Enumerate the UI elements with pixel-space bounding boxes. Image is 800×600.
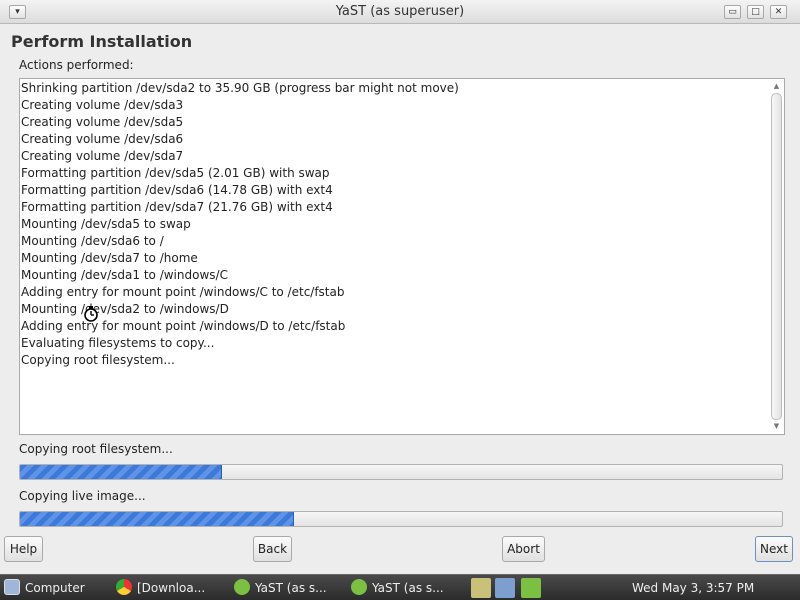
log-line: Copying root filesystem... xyxy=(21,353,175,367)
yast-icon xyxy=(234,579,250,595)
taskbar-yast-2-label: YaST (as s... xyxy=(372,581,444,595)
step-progress-bar xyxy=(19,464,783,480)
log-line: Mounting /dev/sda7 to /home xyxy=(21,251,198,265)
actions-log-lines: Shrinking partition /dev/sda2 to 35.90 G… xyxy=(21,80,768,369)
taskbar-downloads-label: [Downloa... xyxy=(137,581,206,595)
yast-icon xyxy=(351,579,367,595)
log-line: Shrinking partition /dev/sda2 to 35.90 G… xyxy=(21,81,459,95)
log-line: Formatting partition /dev/sda6 (14.78 GB… xyxy=(21,183,333,197)
taskbar-clock[interactable]: Wed May 3, 3:57 PM xyxy=(632,578,754,598)
log-line: Adding entry for mount point /windows/D … xyxy=(21,319,346,333)
taskbar: Computer [Downloa... YaST (as s... YaST … xyxy=(0,574,800,600)
actions-label: Actions performed: xyxy=(19,58,134,72)
chrome-icon xyxy=(116,579,132,595)
page-title: Perform Installation xyxy=(11,32,193,51)
help-button[interactable]: Help xyxy=(4,536,43,562)
log-line: Creating volume /dev/sda3 xyxy=(21,98,184,112)
log-line: Creating volume /dev/sda5 xyxy=(21,115,184,129)
abort-button[interactable]: Abort xyxy=(502,536,545,562)
scroll-down-arrow-icon[interactable]: ▼ xyxy=(770,421,783,432)
taskbar-item-yast-1[interactable]: YaST (as s... xyxy=(230,578,338,598)
taskbar-item-downloads[interactable]: [Downloa... xyxy=(112,578,218,598)
log-line: Mounting /dev/sda5 to swap xyxy=(21,217,191,231)
maximize-button[interactable]: □ xyxy=(747,5,764,19)
tray-network-icon[interactable] xyxy=(495,578,515,598)
back-button[interactable]: Back xyxy=(253,536,292,562)
log-line: Formatting partition /dev/sda7 (21.76 GB… xyxy=(21,200,333,214)
busy-cursor-icon xyxy=(84,306,98,322)
log-line: Creating volume /dev/sda6 xyxy=(21,132,184,146)
overall-progress-label: Copying live image... xyxy=(19,489,146,503)
log-line: Formatting partition /dev/sda5 (2.01 GB)… xyxy=(21,166,330,180)
log-line: Creating volume /dev/sda7 xyxy=(21,149,184,163)
step-progress-fill xyxy=(20,465,222,479)
log-line: Mounting /dev/sda1 to /windows/C xyxy=(21,268,228,282)
taskbar-item-yast-2[interactable]: YaST (as s... xyxy=(347,578,455,598)
window-title: YaST (as superuser) xyxy=(335,4,465,19)
taskbar-computer-menu[interactable]: Computer xyxy=(4,578,108,598)
tray-updater-icon[interactable] xyxy=(471,578,491,598)
overall-progress-fill xyxy=(20,512,295,526)
overall-progress-bar xyxy=(19,511,783,527)
close-button[interactable]: ✕ xyxy=(770,5,787,19)
log-line: Adding entry for mount point /windows/C … xyxy=(21,285,345,299)
taskbar-computer-label: Computer xyxy=(25,581,85,595)
scroll-up-arrow-icon[interactable]: ▲ xyxy=(770,81,783,92)
taskbar-yast-1-label: YaST (as s... xyxy=(255,581,327,595)
computer-icon xyxy=(4,579,20,595)
actions-log[interactable]: Shrinking partition /dev/sda2 to 35.90 G… xyxy=(19,78,785,435)
scroll-thumb[interactable] xyxy=(771,93,782,420)
log-line: Mounting /dev/sda2 to /windows/D xyxy=(21,302,229,316)
window-titlebar: ▾ YaST (as superuser) ▭ □ ✕ xyxy=(0,0,800,24)
step-progress-label: Copying root filesystem... xyxy=(19,442,173,456)
next-button[interactable]: Next xyxy=(755,536,793,562)
log-scrollbar[interactable]: ▲ ▼ xyxy=(770,80,783,433)
log-line: Evaluating filesystems to copy... xyxy=(21,336,215,350)
minimize-button[interactable]: ▭ xyxy=(724,5,741,19)
tray-yast-icon[interactable] xyxy=(521,578,541,598)
log-line: Mounting /dev/sda6 to / xyxy=(21,234,164,248)
